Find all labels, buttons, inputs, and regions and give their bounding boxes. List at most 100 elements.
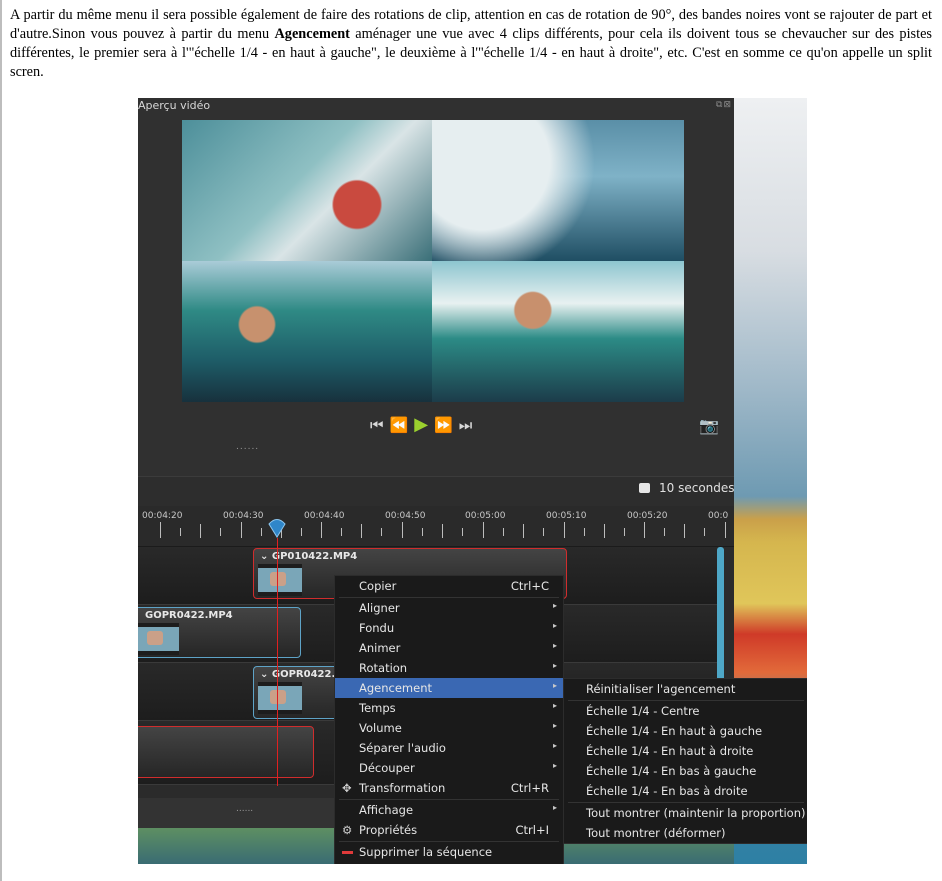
submenu-item-top-right[interactable]: Échelle 1/4 - En haut à droite [586,744,753,758]
timeline-ruler[interactable]: 00:04:20 00:04:30 00:04:40 00:04:50 00:0… [138,506,734,547]
ruler-tick [563,522,565,538]
timeline-clip-selected[interactable] [138,726,314,778]
split-screen-video [182,120,684,402]
chevron-right-icon: ▸ [552,741,557,750]
video-quadrant-bottom-right [432,261,684,402]
chevron-right-icon: ▸ [552,641,557,650]
move-arrows-icon: ✥ [342,781,352,795]
tick-label: 00:04:20 [142,511,183,521]
ruler-tick [160,522,161,538]
timeline-zoom-label: 10 secondes [659,481,735,495]
chevron-right-icon: ▸ [552,621,557,630]
ruler-tick [381,528,383,536]
menu-item-transformation[interactable]: ✥ Transformation Ctrl+R [335,778,563,798]
playhead-marker[interactable] [268,518,286,538]
jump-start-icon[interactable]: ⏮ [370,416,384,434]
ruler-tick [603,524,605,538]
submenu-item-show-all-ratio[interactable]: Tout montrer (maintenir la proportion) [586,806,806,820]
chevron-right-icon: ▸ [552,761,557,770]
menu-separator [568,802,804,803]
ruler-tick [300,528,302,536]
ruler-tick [321,522,323,538]
rewind-icon[interactable]: ⏪ [390,416,409,434]
video-quadrant-top-left [182,120,432,261]
chevron-right-icon: ▸ [552,721,557,730]
ruler-tick [644,522,646,538]
ruler-tick [542,528,544,536]
tick-label: 00:04:30 [223,511,264,521]
menu-separator [568,700,804,701]
clip-name: GOPR0422.MP4 [145,610,233,621]
zoom-slider-icon[interactable] [639,483,650,493]
clip-name: ⌄ GOPR0422.M [260,669,346,680]
page-left-border [0,0,2,881]
clip-thumbnail [258,682,302,714]
article-bold-term: Agencement [274,26,350,42]
menu-item-aligner[interactable]: Aligner ▸ [335,598,563,618]
playhead-line [277,538,278,786]
video-quadrant-top-right [432,120,684,261]
dock-float-close-icon[interactable]: ⧉⊠ [716,100,732,110]
ruler-tick [220,528,221,536]
clip-thumbnail [138,623,179,655]
tick-label: 00:05:10 [546,511,587,521]
video-quadrant-bottom-left [182,261,432,402]
camera-icon[interactable]: 📷 [699,416,719,435]
submenu-item-top-left[interactable]: Échelle 1/4 - En haut à gauche [586,724,762,738]
ruler-tick [583,528,585,536]
playback-controls: ⏮ ⏪ ▶ ⏩ ⏭ [370,414,472,435]
submenu-item-bottom-left[interactable]: Échelle 1/4 - En bas à gauche [586,764,756,778]
article-paragraph: A partir du même menu il sera possible é… [10,6,932,82]
gear-icon: ⚙ [342,823,353,837]
play-icon[interactable]: ▶ [414,414,428,435]
ruler-tick [180,528,181,536]
context-menu: Copier Ctrl+C Aligner ▸ Fondu ▸ Animer ▸ Rot… [334,575,564,864]
ruler-tick [724,522,726,538]
fast-forward-icon[interactable]: ⏩ [434,416,453,434]
ruler-tick [240,522,242,538]
menu-item-temps[interactable]: Temps ▸ [335,698,563,718]
clip-thumbnail [258,564,302,596]
agencement-submenu: Réinitialiser l'agencement Échelle 1/4 -… [563,678,807,844]
tick-label: 00:04:40 [304,511,345,521]
ruler-tick [623,528,625,536]
ruler-tick [200,524,201,538]
menu-item-decouper[interactable]: Découper ▸ [335,758,563,778]
chevron-right-icon: ▸ [552,601,557,610]
editor-screenshot: Aperçu vidéo ⧉⊠ ⏮ ⏪ ▶ ⏩ ⏭ 📷 ...... 10 se… [138,98,807,864]
panel-resize-grip[interactable]: ...... [236,442,259,452]
menu-item-copier[interactable]: Copier Ctrl+C [335,576,563,596]
ruler-tick [502,528,504,536]
video-preview-panel: Aperçu vidéo ⧉⊠ ⏮ ⏪ ▶ ⏩ ⏭ 📷 ...... [138,98,734,498]
submenu-item-bottom-right[interactable]: Échelle 1/4 - En bas à droite [586,784,748,798]
menu-item-volume[interactable]: Volume ▸ [335,718,563,738]
chevron-right-icon: ▸ [552,701,557,710]
menu-item-fondu[interactable]: Fondu ▸ [335,618,563,638]
ruler-tick [260,528,262,536]
ruler-tick [442,524,444,538]
ruler-tick [522,524,524,538]
clip-name: ⌄ GP010422.MP4 [260,551,358,562]
ruler-tick [704,528,706,536]
tick-label: 00:04:50 [385,511,426,521]
ruler-tick [402,522,404,538]
submenu-item-reset[interactable]: Réinitialiser l'agencement [586,682,735,696]
chevron-right-icon: ▸ [552,681,557,690]
menu-item-proprietes[interactable]: ⚙ Propriétés Ctrl+I [335,820,563,840]
submenu-item-center[interactable]: Échelle 1/4 - Centre [586,704,700,718]
menu-item-animer[interactable]: Animer ▸ [335,638,563,658]
menu-item-affichage[interactable]: Affichage ▸ [335,800,563,820]
menu-item-supprimer[interactable]: Supprimer la séquence [335,842,563,862]
menu-item-separer-audio[interactable]: Séparer l'audio ▸ [335,738,563,758]
submenu-item-show-all-stretch[interactable]: Tout montrer (déformer) [586,826,726,840]
ruler-tick [684,524,686,538]
menu-item-rotation[interactable]: Rotation ▸ [335,658,563,678]
panel-title: Aperçu vidéo [138,99,211,112]
menu-item-agencement[interactable]: Agencement ▸ [335,678,563,698]
jump-end-icon[interactable]: ⏭ [459,416,473,434]
panel-resize-grip[interactable]: ...... [236,804,253,814]
ruler-tick [462,528,464,536]
ruler-tick [341,528,343,536]
delete-icon [342,851,353,854]
chevron-right-icon: ▸ [552,803,557,812]
